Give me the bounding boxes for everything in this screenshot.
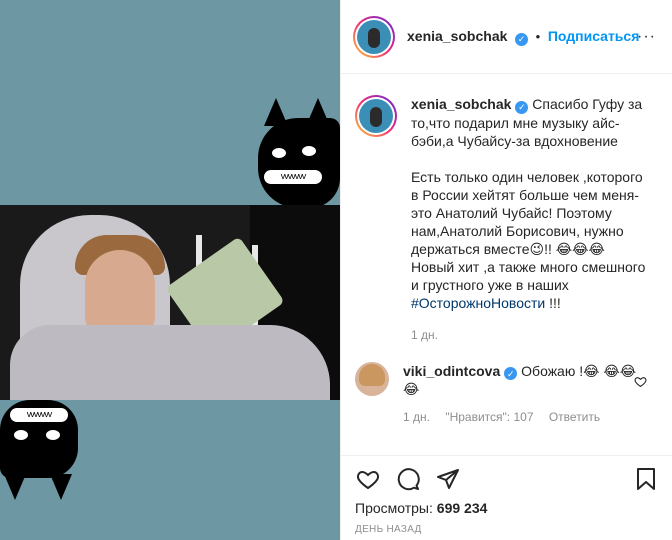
caption-tail: !!!: [545, 294, 561, 311]
hashtag-link[interactable]: #ОсторожноНовости: [411, 295, 545, 311]
author-username[interactable]: xenia_sobchak: [407, 28, 507, 44]
cartoon-creature-top: vvvvvvv: [258, 98, 340, 208]
follow-button[interactable]: Подписаться: [548, 28, 640, 44]
post-date[interactable]: ДЕНЬ НАЗАД: [355, 524, 659, 535]
views-value: 699 234: [436, 500, 488, 516]
comments-section: xenia_sobchak ✓ Спасибо Гуфу за то,что по…: [341, 75, 672, 455]
separator-dot: •: [535, 28, 541, 44]
verified-badge-icon: ✓: [504, 367, 518, 380]
caption-text-2: Есть только один человек ,которого в Рос…: [411, 168, 646, 293]
author-avatar[interactable]: [353, 15, 395, 58]
share-icon[interactable]: [435, 466, 461, 492]
caption-username[interactable]: xenia_sobchak: [411, 96, 511, 112]
commenter-username[interactable]: viki_odintcova: [403, 363, 500, 379]
comment-like-icon[interactable]: [634, 375, 647, 391]
caption: xenia_sobchak ✓ Спасибо Гуфу за то,что по…: [355, 95, 659, 344]
commenter-avatar[interactable]: [355, 361, 389, 396]
verified-badge-icon: ✓: [515, 32, 529, 46]
post-sidebar: xenia_sobchak ✓ • Подписаться ··· xenia_…: [340, 0, 672, 540]
comment-icon[interactable]: [395, 466, 421, 492]
video-frame[interactable]: [0, 205, 340, 400]
comment-item: viki_odintcova ✓ Обожаю !😂 😂😂😂 1 дн. "Нра…: [355, 361, 659, 427]
caption-avatar[interactable]: [355, 95, 397, 137]
views-count[interactable]: Просмотры: 699 234: [355, 500, 659, 516]
post-header: xenia_sobchak ✓ • Подписаться ···: [341, 0, 672, 74]
reply-button[interactable]: Ответить: [549, 410, 600, 424]
bookmark-icon[interactable]: [633, 466, 659, 492]
verified-badge-icon: ✓: [515, 100, 529, 114]
cartoon-creature-bottom: vvvvvvv: [0, 400, 78, 500]
caption-age[interactable]: 1 дн.: [411, 328, 438, 342]
comment-age[interactable]: 1 дн.: [403, 410, 430, 424]
heart-icon[interactable]: [355, 466, 381, 492]
comment-likes[interactable]: "Нравится": 107: [445, 410, 533, 424]
more-options-icon[interactable]: ···: [637, 28, 656, 46]
post-media[interactable]: vvvvvvv vvvvvvv: [0, 0, 340, 540]
action-bar: Просмотры: 699 234 ДЕНЬ НАЗАД: [341, 455, 672, 540]
